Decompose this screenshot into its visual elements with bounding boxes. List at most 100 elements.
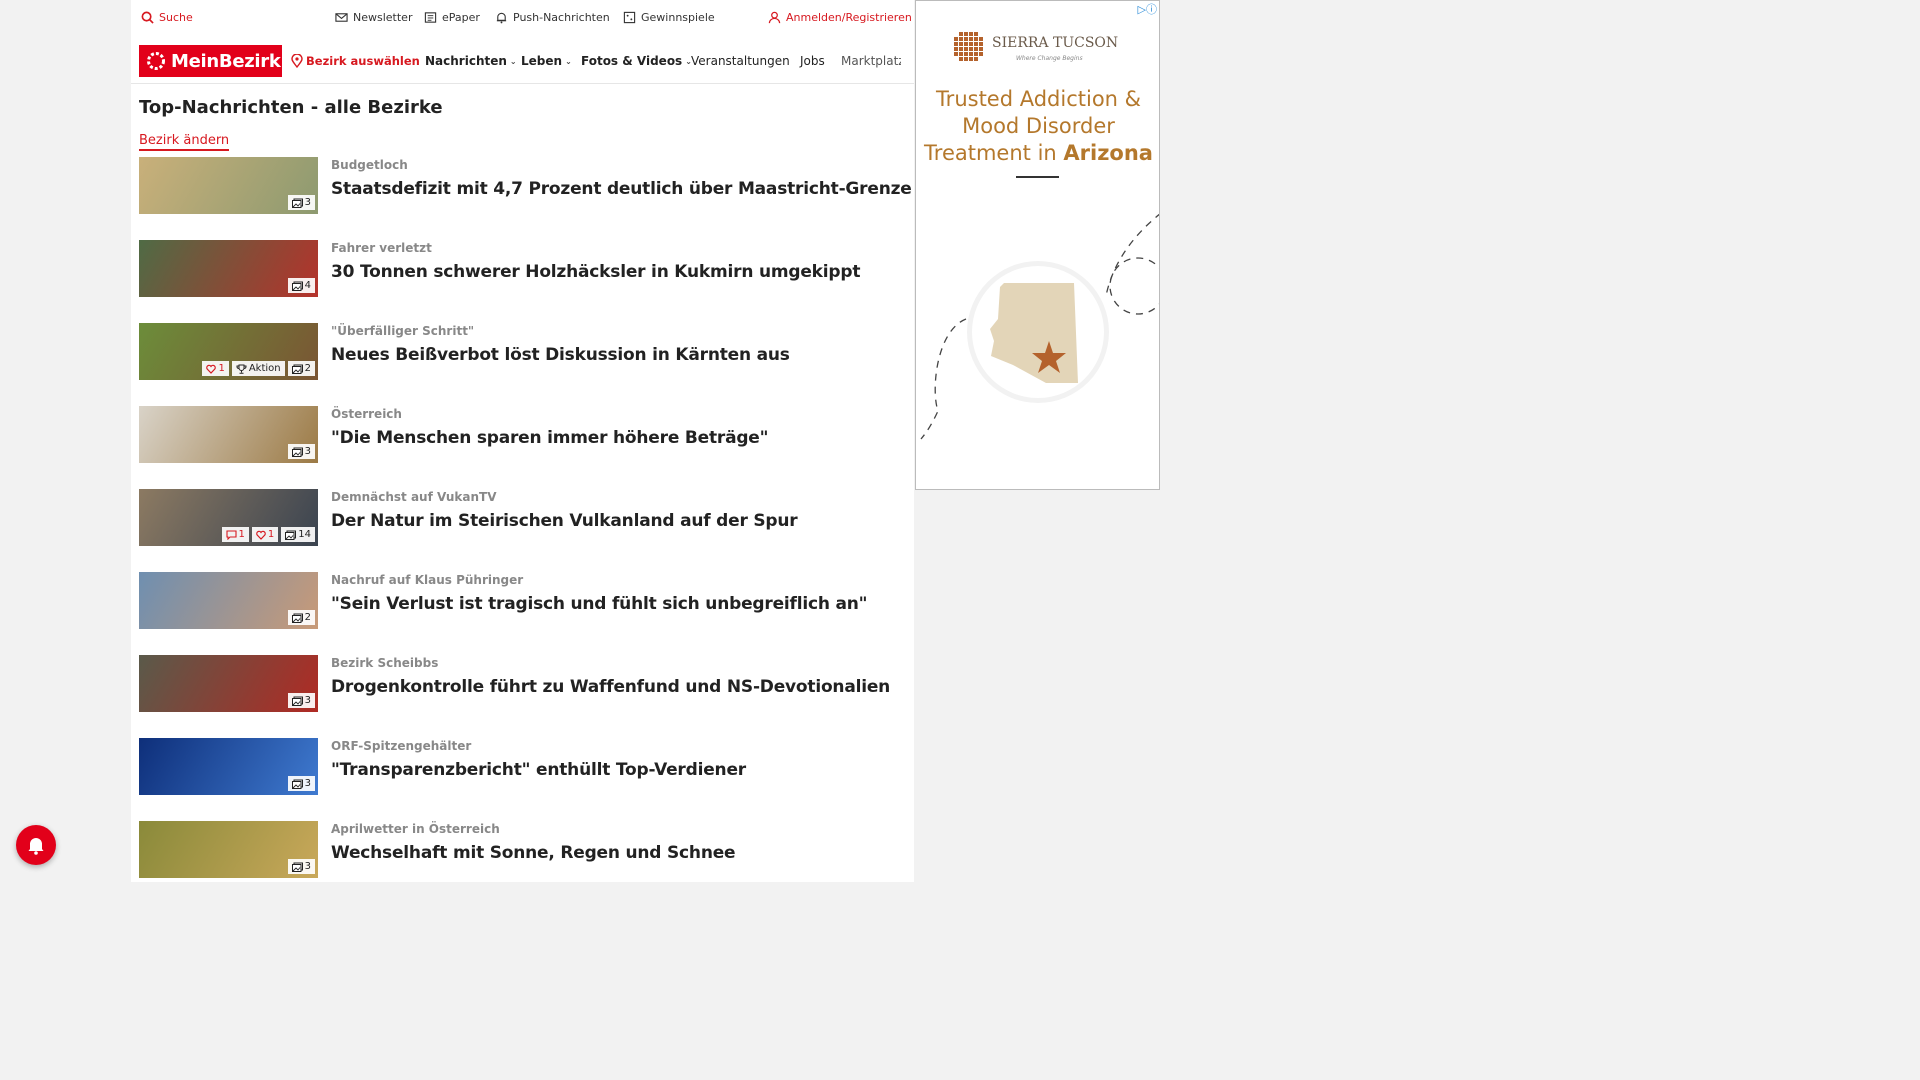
photos-count: 3 — [304, 197, 311, 208]
logo[interactable]: MeinBezirk — [139, 45, 282, 77]
logo-text: MeinBezirk — [171, 50, 281, 72]
photos-icon — [285, 530, 297, 540]
article-thumbnail[interactable]: 3 — [139, 406, 318, 463]
ad-headline-line3: Treatment in Arizona — [916, 140, 1159, 167]
nav-jobs[interactable]: Jobs — [800, 54, 825, 68]
nav-marktplatz[interactable]: Marktplatz — [841, 54, 901, 68]
ad-arizona-graphic — [920, 213, 1159, 440]
search-label: Suche — [159, 11, 193, 24]
article-kicker: Budgetloch — [331, 158, 408, 172]
photos-count: 3 — [304, 446, 311, 457]
thumbnail-badges: 3 — [287, 776, 315, 791]
adchoices-icon[interactable]: ▷ⓘ — [1138, 1, 1157, 17]
notification-bell-button[interactable] — [16, 825, 56, 865]
bell-icon — [28, 838, 44, 855]
search-link[interactable]: Suche — [141, 11, 193, 24]
article-thumbnail[interactable]: 2 — [139, 572, 318, 629]
heart-icon — [256, 530, 266, 540]
newsletter-link[interactable]: Newsletter — [335, 11, 412, 24]
nav-leben[interactable]: Leben ⌄ — [521, 54, 572, 68]
nav-veranstaltungen-label: Veranstaltungen — [691, 54, 790, 68]
article-item[interactable]: 1 1 14 Demnächst auf VukanTV Der Natur im St… — [139, 489, 909, 547]
page-title: Top-Nachrichten - alle Bezirke — [139, 97, 443, 118]
photos-icon — [291, 364, 303, 374]
likes-badge: 1 — [251, 527, 279, 542]
user-icon — [768, 11, 781, 24]
nav-fotos-videos[interactable]: Fotos & Videos ⌄ — [581, 54, 692, 68]
advertisement[interactable]: ▷ⓘ SIERRA TUCSON Where Change Begins Tru… — [915, 0, 1160, 490]
push-link[interactable]: Push-Nachrichten — [495, 11, 610, 24]
photos-icon — [291, 281, 303, 291]
thumbnail-badges: 4 — [287, 278, 315, 293]
article-headline[interactable]: Wechselhaft mit Sonne, Regen und Schnee — [331, 843, 736, 863]
trophy-icon — [236, 364, 247, 374]
heart-icon — [206, 364, 217, 374]
ad-headline-line2: Mood Disorder — [962, 114, 1115, 138]
article-headline[interactable]: Der Natur im Steirischen Vulkanland auf … — [331, 511, 798, 531]
epaper-label: ePaper — [442, 11, 480, 24]
article-item[interactable]: 3 Bezirk Scheibbs Drogenkontrolle führt zu… — [139, 655, 909, 713]
sierra-tucson-logo-icon — [954, 32, 983, 61]
photos-count: 3 — [304, 695, 311, 706]
ad-headline-line1: Trusted Addiction & — [935, 87, 1142, 111]
newsletter-label: Newsletter — [353, 11, 413, 24]
article-item[interactable]: 3 Österreich "Die Menschen sparen immer hö… — [139, 406, 909, 464]
main-nav: MeinBezirk Bezirk auswählen Nachrichten … — [131, 38, 914, 84]
article-item[interactable]: 3 Budgetloch Staatsdefizit mit 4,7 Prozent… — [139, 157, 912, 215]
photos-icon — [291, 447, 303, 457]
article-thumbnail[interactable]: 3 — [139, 655, 318, 712]
article-item[interactable]: 3 Aprilwetter in Österreich Wechselhaft mi… — [139, 821, 909, 879]
utility-bar: Suche Newsletter ePaper Push-Nachrichten… — [131, 0, 914, 38]
nav-veranstaltungen[interactable]: Veranstaltungen — [691, 54, 790, 68]
article-headline[interactable]: "Sein Verlust ist tragisch und fühlt sic… — [331, 594, 868, 614]
ad-headline-line3-bold: Arizona — [1063, 141, 1153, 165]
article-thumbnail[interactable]: 1 Aktion 2 — [139, 323, 318, 380]
article-kicker: Bezirk Scheibbs — [331, 656, 439, 670]
epaper-link[interactable]: ePaper — [424, 11, 480, 24]
likes-count: 1 — [218, 363, 225, 374]
ad-divider — [1016, 176, 1059, 178]
thumbnail-badges: 3 — [287, 444, 315, 459]
nav-nachrichten[interactable]: Nachrichten ⌄ — [425, 54, 517, 68]
newspaper-icon — [424, 12, 437, 23]
article-item[interactable]: 2 Nachruf auf Klaus Pühringer "Sein Verlus… — [139, 572, 909, 630]
comments-badge: 1 — [221, 527, 249, 542]
article-headline[interactable]: 30 Tonnen schwerer Holzhäcksler in Kukmi… — [331, 262, 860, 282]
gewinnspiele-link[interactable]: Gewinnspiele — [623, 11, 715, 24]
nav-jobs-label: Jobs — [800, 54, 825, 68]
article-item[interactable]: 3 ORF-Spitzengehälter "Transparenzbericht"… — [139, 738, 909, 796]
photos-badge: 3 — [287, 859, 315, 874]
bezirk-select[interactable]: Bezirk auswählen — [291, 54, 420, 68]
photos-count: 3 — [304, 861, 311, 872]
article-item[interactable]: 1 Aktion 2 "Überfälliger Schritt" Neues Beiß… — [139, 323, 909, 381]
search-icon — [141, 11, 154, 24]
article-headline[interactable]: Staatsdefizit mit 4,7 Prozent deutlich ü… — [331, 179, 912, 199]
thumbnail-badges: 2 — [287, 610, 315, 625]
article-headline[interactable]: "Transparenzbericht" enthüllt Top-Verdie… — [331, 760, 746, 780]
nav-fotos-videos-label: Fotos & Videos — [581, 54, 683, 68]
article-thumbnail[interactable]: 3 — [139, 821, 318, 878]
article-kicker: Aprilwetter in Österreich — [331, 822, 500, 836]
thumbnail-badges: 3 — [287, 693, 315, 708]
mail-icon — [335, 13, 348, 22]
article-thumbnail[interactable]: 3 — [139, 738, 318, 795]
gewinnspiele-label: Gewinnspiele — [641, 11, 715, 24]
login-link[interactable]: Anmelden/Registrieren — [768, 11, 912, 24]
ad-brand: SIERRA TUCSON — [992, 35, 1119, 51]
article-thumbnail[interactable]: 1 1 14 — [139, 489, 318, 546]
photos-count: 4 — [304, 280, 311, 291]
nav-marktplatz-label: Marktplatz — [841, 54, 901, 68]
article-kicker: "Überfälliger Schritt" — [331, 324, 475, 338]
article-item[interactable]: 4 Fahrer verletzt 30 Tonnen schwerer Holzh… — [139, 240, 909, 298]
login-label: Anmelden/Registrieren — [786, 11, 912, 24]
chevron-down-icon: ⌄ — [565, 56, 572, 66]
article-thumbnail[interactable]: 4 — [139, 240, 318, 297]
photos-icon — [291, 862, 303, 872]
article-headline[interactable]: Drogenkontrolle führt zu Waffenfund und … — [331, 677, 890, 697]
article-thumbnail[interactable]: 3 — [139, 157, 318, 214]
location-pin-icon — [291, 54, 303, 68]
change-bezirk-link[interactable]: Bezirk ändern — [139, 133, 230, 151]
thumbnail-badges: 1 1 14 — [221, 527, 315, 542]
article-headline[interactable]: "Die Menschen sparen immer höhere Beträg… — [331, 428, 768, 448]
article-headline[interactable]: Neues Beißverbot löst Diskussion in Kärn… — [331, 345, 790, 365]
